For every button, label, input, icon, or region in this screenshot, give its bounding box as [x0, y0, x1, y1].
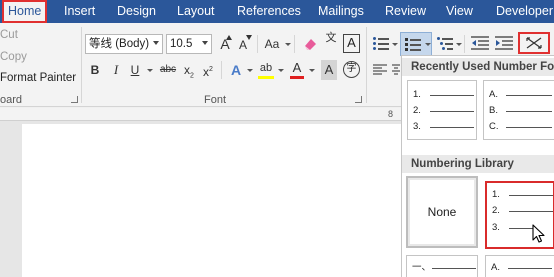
chinese-layout-icon — [526, 37, 542, 49]
tab-developer[interactable]: Developer — [496, 0, 553, 23]
font-color-button[interactable]: A — [290, 58, 304, 78]
divider — [294, 35, 295, 53]
tab-insert[interactable]: Insert — [64, 0, 95, 23]
chevron-down-icon[interactable] — [285, 43, 291, 46]
tab-home[interactable]: Home — [2, 0, 48, 23]
none-label: None — [427, 205, 457, 219]
character-border-button[interactable]: A — [343, 34, 360, 53]
chinese-layout-button[interactable] — [518, 32, 550, 54]
group-divider — [81, 27, 82, 103]
decrease-indent-icon[interactable] — [471, 36, 489, 50]
clipboard-group: Cut Copy Format Painter oard — [0, 23, 80, 107]
chevron-down-icon[interactable] — [392, 43, 398, 46]
increase-arrow-icon — [226, 35, 232, 40]
tab-references[interactable]: References — [237, 0, 301, 23]
align-left-icon[interactable] — [373, 64, 387, 76]
ribbon-tab-bar: Home Insert Design Layout References Mai… — [0, 0, 554, 23]
divider — [464, 35, 465, 53]
numbering-none-tile[interactable]: None — [406, 176, 478, 248]
numbering-format-chinese-tile[interactable]: 一、 — [406, 255, 478, 277]
clipboard-dialog-launcher-icon[interactable] — [71, 96, 78, 103]
phonetic-guide-button[interactable]: 文 — [323, 33, 339, 53]
recent-format-letters[interactable]: A. B. C. — [483, 80, 554, 140]
underline-button[interactable]: U — [128, 60, 142, 80]
chevron-down-icon[interactable] — [247, 69, 253, 72]
chevron-down-icon[interactable] — [153, 41, 159, 45]
multilevel-list-icon[interactable] — [437, 36, 453, 50]
clear-formatting-icon[interactable] — [302, 36, 318, 52]
text-effects-button[interactable]: A — [228, 60, 244, 80]
tab-layout[interactable]: Layout — [177, 0, 215, 23]
numbering-button[interactable] — [400, 32, 432, 56]
mouse-pointer-icon — [532, 224, 545, 243]
font-name-value: 等线 (Body) — [89, 38, 150, 50]
bold-button[interactable]: B — [88, 60, 102, 80]
tab-review[interactable]: Review — [385, 0, 426, 23]
increase-indent-icon[interactable] — [495, 36, 513, 50]
bullets-icon[interactable] — [373, 36, 389, 50]
font-size-value: 10.5 — [170, 38, 193, 50]
recent-format-numbers[interactable]: 1. 2. 3. — [407, 80, 477, 140]
align-center-icon[interactable] — [392, 64, 400, 76]
font-size-combo[interactable]: 10.5 — [166, 34, 212, 54]
chevron-down-icon — [425, 43, 431, 46]
tab-mailings[interactable]: Mailings — [318, 0, 364, 23]
chevron-down-icon[interactable] — [456, 43, 462, 46]
character-shading-button[interactable]: A — [321, 60, 337, 80]
superscript-button[interactable]: x2 — [201, 60, 215, 80]
ruler-marker: 8 — [388, 109, 394, 119]
italic-button[interactable]: I — [110, 60, 122, 80]
document-page[interactable] — [22, 124, 422, 277]
group-divider — [366, 27, 367, 103]
highlight-button[interactable]: ab — [257, 58, 275, 78]
tab-view[interactable]: View — [446, 0, 473, 23]
tab-design[interactable]: Design — [117, 0, 156, 23]
numbering-icon — [405, 37, 421, 51]
font-group-label: Font — [204, 94, 227, 106]
cut-button[interactable]: Cut — [0, 29, 18, 41]
numbering-format-numbers-tile[interactable]: 1. 2. 3. — [485, 181, 554, 249]
numbering-format-letters-tile[interactable]: A. — [485, 255, 554, 277]
strikethrough-button[interactable]: abc — [158, 60, 178, 80]
enclose-characters-button[interactable]: 字 — [343, 61, 360, 78]
copy-button[interactable]: Copy — [0, 51, 27, 63]
numbering-library-header: Numbering Library — [402, 155, 554, 173]
change-case-button[interactable]: Aa — [262, 34, 282, 54]
clipboard-group-label: oard — [0, 94, 23, 106]
divider — [221, 61, 222, 79]
recent-number-formats-header: Recently Used Number Format — [402, 58, 554, 76]
subscript-button[interactable]: x2 — [182, 60, 196, 80]
chevron-down-icon[interactable] — [202, 41, 208, 45]
divider — [257, 35, 258, 53]
format-painter-button[interactable]: Format Painter — [0, 72, 76, 84]
font-color-swatch — [290, 76, 304, 79]
highlight-color-swatch — [258, 76, 274, 79]
font-name-combo[interactable]: 等线 (Body) — [85, 34, 163, 54]
font-dialog-launcher-icon[interactable] — [355, 96, 362, 103]
chevron-down-icon[interactable] — [309, 69, 315, 72]
numbering-dropdown: Recently Used Number Format 1. 2. 3. A. … — [401, 55, 554, 277]
decrease-arrow-icon — [246, 35, 252, 40]
chevron-down-icon[interactable] — [147, 69, 153, 72]
chevron-down-icon[interactable] — [278, 69, 284, 72]
